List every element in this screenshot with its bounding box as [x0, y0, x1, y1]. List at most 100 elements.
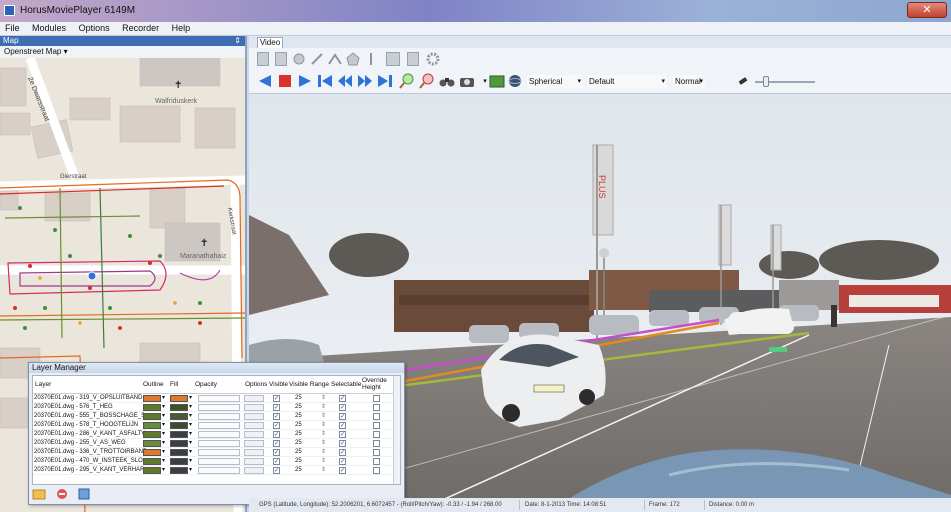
outline-color-picker[interactable]: ▾	[143, 458, 165, 465]
height-tool-icon[interactable]	[363, 51, 379, 67]
override-height-checkbox[interactable]	[373, 413, 380, 420]
selectable-checkbox[interactable]: ✓	[339, 467, 346, 474]
outline-color-picker[interactable]: ▾	[143, 413, 165, 420]
col-opacity[interactable]: Opacity	[195, 381, 217, 388]
play-backward-icon[interactable]	[257, 73, 273, 89]
override-height-checkbox[interactable]	[373, 467, 380, 474]
range-spinner-icon[interactable]: ⇕	[321, 403, 326, 412]
outline-color-picker[interactable]: ▾	[143, 395, 165, 402]
outline-color-picker[interactable]: ▾	[143, 440, 165, 447]
opacity-slider[interactable]	[198, 440, 240, 447]
visible-range-value[interactable]: 25	[295, 439, 302, 448]
options-button[interactable]	[244, 449, 264, 456]
opacity-slider[interactable]	[198, 458, 240, 465]
visible-range-value[interactable]: 25	[295, 466, 302, 475]
visible-range-value[interactable]: 25	[295, 421, 302, 430]
options-button[interactable]	[244, 458, 264, 465]
pin-icon[interactable]: ⇕	[234, 36, 241, 46]
override-height-checkbox[interactable]	[373, 440, 380, 447]
layer-row[interactable]: 20370E01.dwg - 295_V_KANT_VERHAR... ▾ ▾ ✓ 25…	[33, 466, 400, 475]
brightness-slider-thumb[interactable]	[763, 76, 769, 87]
visible-checkbox[interactable]: ✓	[273, 404, 280, 411]
layer-row[interactable]: 20370E01.dwg - 555_T_BOSSCHAGE_S... ▾ ▾ ✓ 25…	[33, 412, 400, 421]
options-button[interactable]	[244, 467, 264, 474]
eraser-icon[interactable]	[735, 73, 751, 89]
range-spinner-icon[interactable]: ⇕	[321, 439, 326, 448]
layer-row[interactable]: 20370E01.dwg - 576_T_HEG ▾ ▾ ✓ 25 ⇕ ✓	[33, 403, 400, 412]
menu-options[interactable]: Options	[74, 22, 115, 34]
visible-checkbox[interactable]: ✓	[273, 395, 280, 402]
layer-row[interactable]: 20370E01.dwg - 470_W_INSTEEK_SLO... ▾ ▾ ✓ 25…	[33, 457, 400, 466]
menu-recorder[interactable]: Recorder	[117, 22, 164, 34]
visible-checkbox[interactable]: ✓	[273, 449, 280, 456]
range-spinner-icon[interactable]: ⇕	[321, 457, 326, 466]
skip-to-start-icon[interactable]	[317, 73, 333, 89]
tab-video[interactable]: Video	[257, 37, 283, 48]
fill-color-picker[interactable]: ▾	[170, 413, 192, 420]
opacity-slider[interactable]	[198, 404, 240, 411]
selectable-checkbox[interactable]: ✓	[339, 395, 346, 402]
selectable-checkbox[interactable]: ✓	[339, 458, 346, 465]
visible-checkbox[interactable]: ✓	[273, 467, 280, 474]
fill-color-picker[interactable]: ▾	[170, 458, 192, 465]
fill-color-picker[interactable]: ▾	[170, 395, 192, 402]
preset-select[interactable]: Default ▾	[587, 75, 667, 88]
fill-color-picker[interactable]: ▾	[170, 422, 192, 429]
visible-range-value[interactable]: 25	[295, 403, 302, 412]
opacity-slider[interactable]	[198, 431, 240, 438]
opacity-slider[interactable]	[198, 449, 240, 456]
visible-checkbox[interactable]: ✓	[273, 440, 280, 447]
visible-checkbox[interactable]: ✓	[273, 458, 280, 465]
stop-icon[interactable]	[277, 73, 293, 89]
col-visible-range[interactable]: Visible Range	[289, 381, 329, 388]
col-fill[interactable]: Fill	[170, 381, 178, 388]
camera-icon[interactable]	[459, 73, 475, 89]
override-height-checkbox[interactable]	[373, 431, 380, 438]
visible-range-value[interactable]: 25	[295, 430, 302, 439]
save-icon[interactable]	[273, 51, 289, 67]
line-tool-icon[interactable]	[309, 51, 325, 67]
grid-icon[interactable]	[385, 51, 401, 67]
opacity-slider[interactable]	[198, 395, 240, 402]
outline-color-picker[interactable]: ▾	[143, 467, 165, 474]
visible-checkbox[interactable]: ✓	[273, 422, 280, 429]
selectable-checkbox[interactable]: ✓	[339, 422, 346, 429]
visible-range-value[interactable]: 25	[295, 457, 302, 466]
visible-checkbox[interactable]: ✓	[273, 413, 280, 420]
selectable-checkbox[interactable]: ✓	[339, 404, 346, 411]
step-backward-icon[interactable]	[337, 73, 353, 89]
options-button[interactable]	[244, 422, 264, 429]
sphere-icon[interactable]	[507, 73, 523, 89]
selectable-checkbox[interactable]: ✓	[339, 431, 346, 438]
remove-layer-icon[interactable]	[55, 487, 69, 501]
col-visible[interactable]: Visible	[269, 381, 288, 388]
fill-color-picker[interactable]: ▾	[170, 404, 192, 411]
range-spinner-icon[interactable]: ⇕	[321, 394, 326, 403]
outline-color-picker[interactable]: ▾	[143, 431, 165, 438]
opacity-slider[interactable]	[198, 422, 240, 429]
range-spinner-icon[interactable]: ⇕	[321, 448, 326, 457]
override-height-checkbox[interactable]	[373, 449, 380, 456]
col-outline[interactable]: Outline	[143, 381, 164, 388]
layer-row[interactable]: 20370E01.dwg - 255_V_AS_WEG ▾ ▾ ✓ 25 ⇕ ✓	[33, 439, 400, 448]
layer-row[interactable]: 20370E01.dwg - 286_V_KANT_ASFALTV... ▾ ▾ ✓ 2…	[33, 430, 400, 439]
selectable-checkbox[interactable]: ✓	[339, 440, 346, 447]
zoom-in-icon[interactable]	[399, 73, 415, 89]
options-button[interactable]	[244, 395, 264, 402]
export-icon[interactable]	[405, 51, 421, 67]
fill-color-picker[interactable]: ▾	[170, 440, 192, 447]
range-spinner-icon[interactable]: ⇕	[321, 466, 326, 475]
layer-row[interactable]: 20370E01.dwg - 578_T_HOOGTELIJN ▾ ▾ ✓ 25 ⇕ ✓	[33, 421, 400, 430]
opacity-slider[interactable]	[198, 467, 240, 474]
step-forward-icon[interactable]	[357, 73, 373, 89]
options-button[interactable]	[244, 431, 264, 438]
layer-table-scrollbar[interactable]	[393, 376, 400, 484]
menu-file[interactable]: File	[0, 22, 25, 34]
fill-color-picker[interactable]: ▾	[170, 449, 192, 456]
settings-gear-icon[interactable]	[425, 51, 441, 67]
point-tool-icon[interactable]	[291, 51, 307, 67]
fill-color-picker[interactable]: ▾	[170, 431, 192, 438]
selectable-checkbox[interactable]: ✓	[339, 413, 346, 420]
selectable-checkbox[interactable]: ✓	[339, 449, 346, 456]
override-height-checkbox[interactable]	[373, 395, 380, 402]
